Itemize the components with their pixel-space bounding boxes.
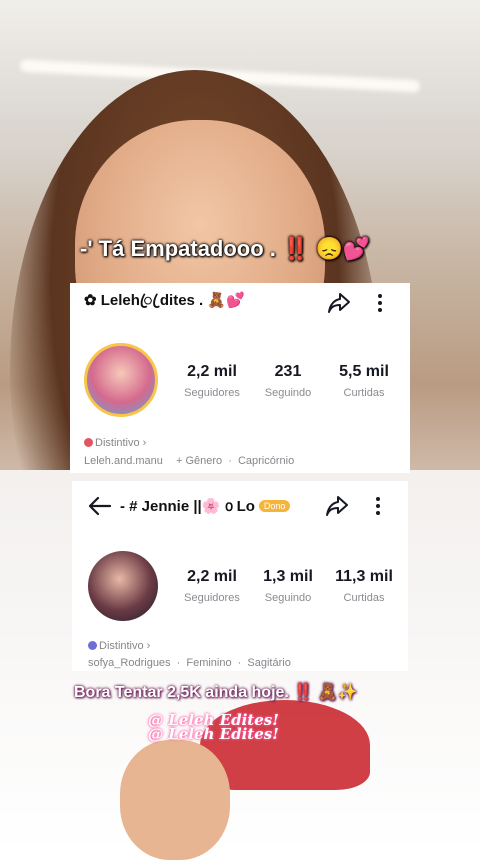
profile-info-row: sofya_Rodrigues · Feminino · Sagitário (88, 657, 291, 669)
likes-stat[interactable]: 5,5 mil Curtidas (326, 363, 402, 399)
credit-watermark-2: @ Leleh Edites! (148, 725, 279, 743)
followers-label: Seguidores (184, 387, 240, 399)
profile-handle: sofya_Rodrigues (88, 657, 171, 669)
likes-count: 5,5 mil (339, 363, 389, 380)
person-hand (120, 740, 230, 860)
badge-label: Distintivo › (95, 437, 147, 449)
following-label: Seguindo (264, 592, 312, 604)
badge-icon (84, 438, 93, 447)
profile-username: - # Jennie ||🌸 ൦ Lo (120, 498, 255, 515)
followers-stat[interactable]: 2,2 mil Seguidores (174, 363, 250, 399)
more-icon[interactable] (364, 492, 392, 520)
profile-stats: 2,2 mil Seguidores 231 Seguindo 5,5 mil … (174, 363, 402, 399)
following-label: Seguindo (264, 387, 312, 399)
following-count: 1,3 mil (263, 568, 313, 585)
profile-stats: 2,2 mil Seguidores 1,3 mil Seguindo 11,3… (174, 568, 402, 604)
top-caption: -' Tá Empatadooo . ‼️ 😞💕 (80, 236, 371, 261)
gender-tag[interactable]: + Gênero (176, 455, 222, 467)
badge-link[interactable]: Distintivo › (84, 437, 146, 449)
followers-count: 2,2 mil (187, 568, 237, 585)
following-count: 231 (274, 363, 302, 380)
badge-icon (88, 641, 97, 650)
following-stat[interactable]: 1,3 mil Seguindo (250, 568, 326, 604)
profile-header: - # Jennie ||🌸 ൦ Lo Dono (72, 486, 408, 526)
badge-label: Distintivo › (99, 640, 151, 652)
profile-header: ✿ Lelehꦿ ꦿdites . 🧸💕 (70, 283, 410, 323)
following-stat[interactable]: 231 Seguindo (250, 363, 326, 399)
gender-tag: Feminino (186, 657, 232, 669)
share-icon[interactable] (325, 289, 353, 317)
followers-count: 2,2 mil (187, 363, 237, 380)
share-icon[interactable] (323, 492, 351, 520)
likes-label: Curtidas (343, 592, 385, 604)
owner-tag: Dono (258, 500, 291, 512)
profile-card-2: - # Jennie ||🌸 ൦ Lo Dono 2,2 mil Seguido… (72, 481, 408, 671)
likes-count: 11,3 mil (335, 568, 393, 585)
profile-handle: Leleh.and.manu (84, 455, 163, 467)
likes-stat[interactable]: 11,3 mil Curtidas (326, 568, 402, 604)
zodiac-tag: Capricórnio (237, 455, 295, 467)
profile-username: ✿ Lelehꦿ ꦿdites . 🧸💕 (84, 291, 245, 309)
bottom-caption: Bora Tentar 2,5K ainda hoje. ‼️ 🧸✨ (74, 684, 358, 701)
avatar[interactable] (88, 551, 158, 621)
profile-info-row: Leleh.and.manu + Gênero · Capricórnio (84, 455, 295, 467)
avatar[interactable] (84, 343, 158, 417)
profile-card-1: ✿ Lelehꦿ ꦿdites . 🧸💕 2,2 mil Seguidores … (70, 283, 410, 473)
zodiac-tag: Sagitário (247, 657, 291, 669)
badge-link[interactable]: Distintivo › (88, 640, 150, 652)
followers-label: Seguidores (184, 592, 240, 604)
followers-stat[interactable]: 2,2 mil Seguidores (174, 568, 250, 604)
likes-label: Curtidas (343, 387, 385, 399)
more-icon[interactable] (366, 289, 394, 317)
